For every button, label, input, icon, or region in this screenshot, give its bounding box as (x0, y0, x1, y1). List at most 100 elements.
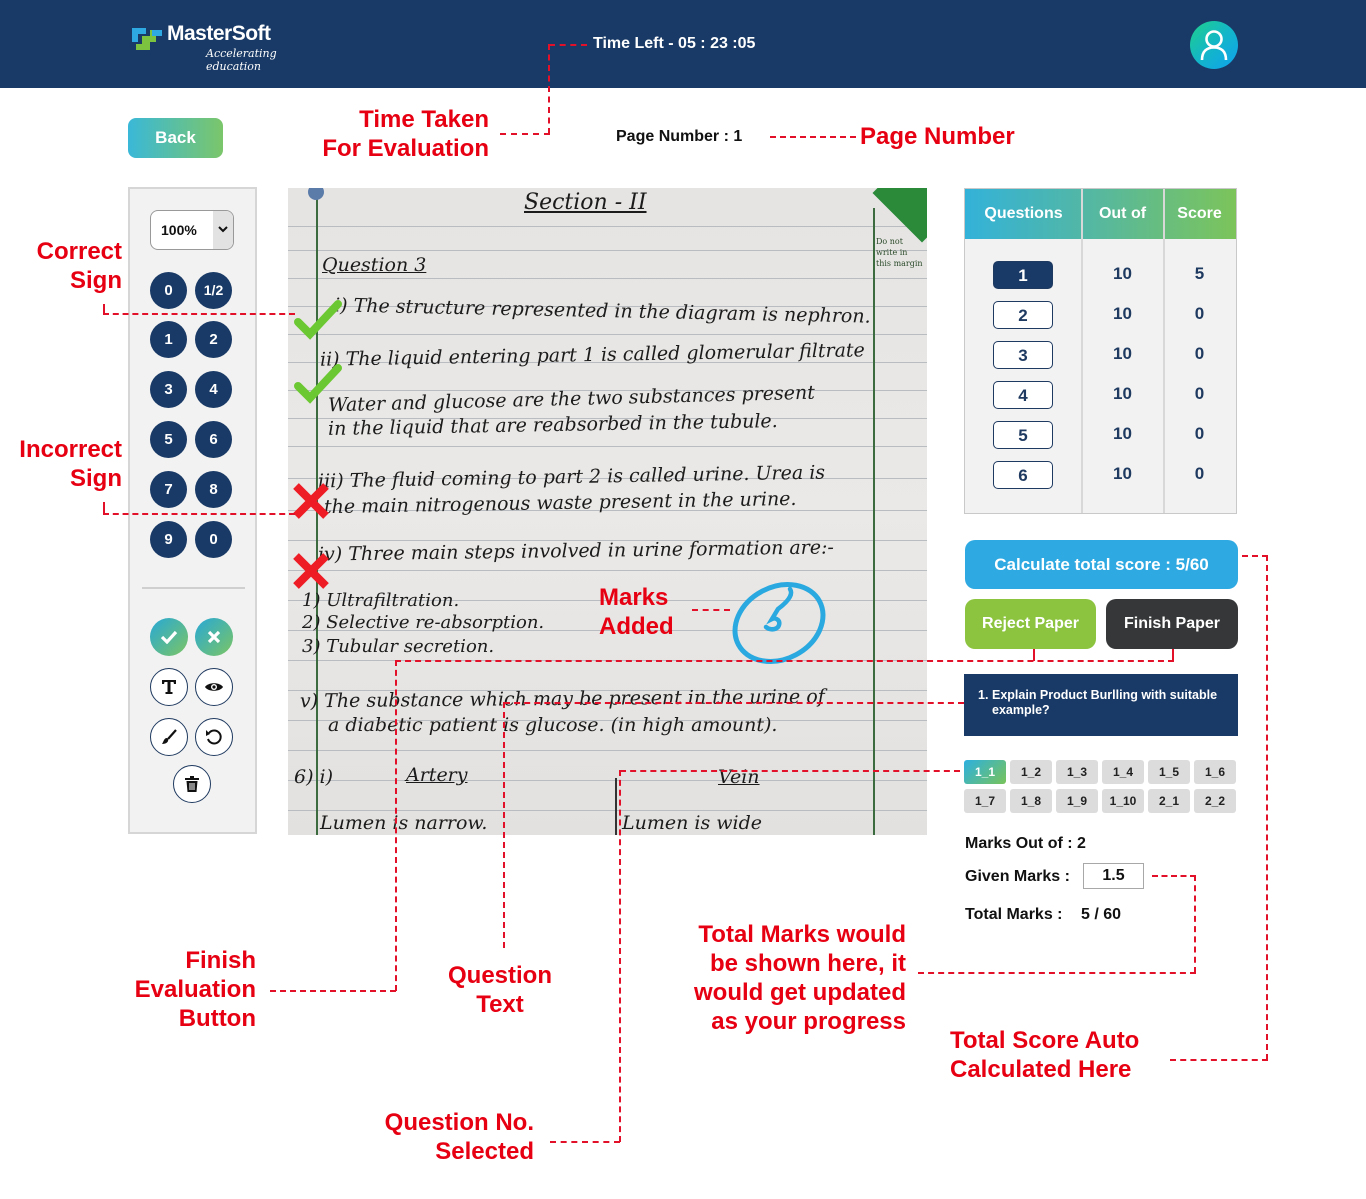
mark-button-3[interactable]: 3 (150, 371, 187, 408)
score-cell: 0 (1194, 464, 1205, 483)
sub-question-1_2[interactable]: 1_2 (1010, 760, 1052, 784)
pen-tool-button[interactable] (150, 718, 188, 756)
sub-question-2_1[interactable]: 2_1 (1148, 789, 1190, 813)
given-marks-input[interactable] (1083, 863, 1144, 889)
annotation-line: Incorrect (19, 436, 122, 463)
annotation-line: Finish (185, 947, 256, 974)
mark-button-4[interactable]: 4 (195, 371, 232, 408)
mark-button-2[interactable]: 2 (195, 321, 232, 358)
score-cell: 0 (1194, 344, 1205, 363)
annotation-line: Question No. (384, 1109, 534, 1136)
correct-sign-button[interactable] (150, 618, 188, 656)
correct-mark-icon (294, 300, 342, 340)
sub-question-1_5[interactable]: 1_5 (1148, 760, 1190, 784)
question-button-6[interactable]: 6 (993, 461, 1053, 489)
annotation-question-text: Question Text (430, 961, 570, 1019)
tool-panel: 100% 0 1/2 1 2 3 4 5 6 7 8 9 0 (128, 187, 257, 834)
sub-question-1_6[interactable]: 1_6 (1194, 760, 1236, 784)
answer-sheet[interactable]: Do not write in this margin Section - II… (288, 188, 927, 835)
sheet-line: ii) The liquid entering part 1 is called… (319, 339, 866, 371)
sub-question-2_2[interactable]: 2_2 (1194, 789, 1236, 813)
question-button-4[interactable]: 4 (993, 381, 1053, 409)
mark-button-0[interactable]: 0 (150, 272, 187, 309)
question-number: 1. (978, 688, 989, 702)
score-cell: 0 (1194, 424, 1205, 443)
profile-avatar[interactable] (1190, 21, 1238, 69)
mark-button-8[interactable]: 8 (195, 471, 232, 508)
undo-tool-button[interactable] (195, 718, 233, 756)
right-margin-line (873, 208, 875, 835)
sub-question-1_1[interactable]: 1_1 (964, 760, 1006, 784)
out-of-cell: 10 (1113, 384, 1132, 403)
annotation-incorrect-sign: Incorrect Sign (5, 435, 122, 493)
incorrect-mark-icon (293, 483, 329, 519)
mark-button-5[interactable]: 5 (150, 421, 187, 458)
incorrect-sign-button[interactable] (195, 618, 233, 656)
annotation-line: would get updated (694, 979, 906, 1006)
sheet-line: the main nitrogenous waste present in th… (323, 487, 797, 519)
text-icon (162, 680, 176, 694)
question-button-1[interactable]: 1 (993, 261, 1053, 289)
annotation-marks-added: Marks Added (599, 583, 674, 641)
header-out-of: Out of (1098, 205, 1147, 222)
back-button[interactable]: Back (128, 118, 223, 158)
annotation-line: be shown here, it (709, 950, 906, 977)
annotation-line: Sign (70, 465, 122, 492)
sub-question-1_3[interactable]: 1_3 (1056, 760, 1098, 784)
delete-tool-button[interactable] (173, 765, 211, 803)
annotation-correct-sign: Correct Sign (10, 237, 122, 295)
eye-icon (205, 683, 223, 691)
annotation-line: Button (178, 1005, 256, 1032)
cross-icon (207, 630, 221, 644)
sub-question-1_7[interactable]: 1_7 (964, 789, 1006, 813)
annotation-page-number: Page Number (860, 123, 1015, 150)
sheet-line: Lumen is narrow. (320, 812, 488, 834)
zoom-select[interactable]: 100% (150, 210, 234, 250)
sub-question-1_8[interactable]: 1_8 (1010, 789, 1052, 813)
sheet-line: Lumen is wide (622, 812, 763, 834)
question-button-5[interactable]: 5 (993, 421, 1053, 449)
annotation-finish-evaluation: Finish Evaluation Button (100, 946, 256, 1033)
marks-added-circle (732, 582, 826, 664)
annotation-line: as your progress (711, 1008, 906, 1035)
question-text-box: 1. Explain Product Burlling with suitabl… (964, 674, 1238, 736)
logo: MasterSoft Accelerating education (128, 22, 328, 73)
score-cell: 0 (1194, 304, 1205, 323)
logo-mark-icon (132, 28, 162, 50)
annotation-line: Correct (36, 238, 122, 265)
page-corner (872, 188, 927, 243)
brand-tagline: Accelerating education (206, 47, 277, 73)
mark-button-7[interactable]: 7 (150, 471, 187, 508)
rotate-icon (206, 729, 222, 745)
margin-note: Do not write in this margin (876, 237, 923, 268)
mark-button-9[interactable]: 9 (150, 521, 187, 558)
mark-button-6[interactable]: 6 (195, 421, 232, 458)
sub-question-1_10[interactable]: 1_10 (1102, 789, 1144, 813)
mark-button-zero[interactable]: 0 (195, 521, 232, 558)
text-tool-button[interactable] (150, 668, 188, 706)
question-button-3[interactable]: 3 (993, 341, 1053, 369)
brand-name: MasterSoft (167, 22, 271, 45)
annotation-line: Time Taken (359, 106, 489, 133)
sub-question-1_4[interactable]: 1_4 (1102, 760, 1144, 784)
mark-button-1[interactable]: 1 (150, 321, 187, 358)
sheet-line: Artery (406, 764, 468, 786)
score-cell: 0 (1194, 384, 1205, 403)
sub-question-1_9[interactable]: 1_9 (1056, 789, 1098, 813)
out-of-cell: 10 (1113, 344, 1132, 363)
mark-button-half[interactable]: 1/2 (195, 272, 232, 309)
annotation-line: Selected (435, 1138, 534, 1165)
annotation-line: Marks (599, 584, 669, 611)
annotation-time-taken: Time Taken For Evaluation (300, 105, 489, 163)
question-button-2[interactable]: 2 (993, 301, 1053, 329)
reject-paper-button[interactable]: Reject Paper (965, 599, 1096, 649)
marks-out-of: Marks Out of : 2 (965, 835, 1086, 852)
sheet-line: 3) Tubular secretion. (302, 636, 495, 657)
correct-mark-icon (294, 364, 342, 404)
annotation-question-no: Question No. Selected (340, 1108, 534, 1166)
calculate-total-score-button[interactable]: Calculate total score : 5/60 (965, 540, 1238, 589)
sheet-question-label: Question 3 (322, 254, 427, 276)
finish-paper-button[interactable]: Finish Paper (1106, 599, 1238, 649)
view-tool-button[interactable] (195, 668, 233, 706)
tool-divider (142, 587, 245, 589)
